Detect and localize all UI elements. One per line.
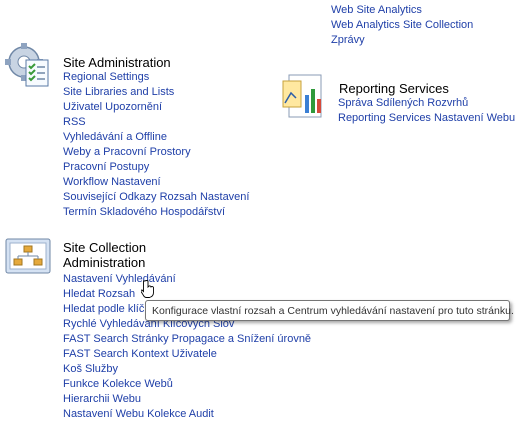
hand-cursor-icon [140, 280, 155, 301]
link-zpravy[interactable]: Zprávy [331, 34, 365, 46]
site-administration-links: Regional Settings Site Libraries and Lis… [63, 70, 249, 220]
link-rss[interactable]: RSS [63, 116, 86, 128]
report-chart-icon [281, 73, 329, 126]
link-hledat-rozsah[interactable]: Hledat Rozsah [63, 288, 135, 300]
site-collection-title-line2: Administration [63, 255, 146, 270]
site-hierarchy-icon [4, 237, 52, 280]
reporting-services-title: Reporting Services [339, 81, 449, 96]
link-pracovni-postupy[interactable]: Pracovní Postupy [63, 161, 149, 173]
link-nastaveni-vyhledavani[interactable]: Nastavení Vyhledávání [63, 273, 176, 285]
link-termin-skladoveho[interactable]: Termín Skladového Hospodářství [63, 206, 225, 218]
link-fast-search-kontext[interactable]: FAST Search Kontext Uživatele [63, 348, 217, 360]
link-uzivatel-upozorneni[interactable]: Uživatel Upozornění [63, 101, 162, 113]
link-kos-sluzby[interactable]: Koš Služby [63, 363, 118, 375]
site-collection-links: Nastavení Vyhledávání Hledat Rozsah Hled… [63, 272, 311, 422]
link-reporting-services-nastaveni[interactable]: Reporting Services Nastavení Webu [338, 112, 515, 124]
link-hledat-podle-klic[interactable]: Hledat podle klíč [63, 303, 144, 315]
top-links: Web Site Analytics Web Analytics Site Co… [331, 3, 473, 48]
link-regional-settings[interactable]: Regional Settings [63, 71, 149, 83]
link-web-analytics-site-collection[interactable]: Web Analytics Site Collection [331, 19, 473, 31]
tooltip: Konfigurace vlastní rozsah a Centrum vyh… [145, 300, 514, 321]
link-souvisejici-odkazy[interactable]: Související Odkazy Rozsah Nastavení [63, 191, 249, 203]
settings-checklist-icon [4, 40, 52, 91]
link-web-site-analytics[interactable]: Web Site Analytics [331, 4, 422, 16]
site-collection-title-line1: Site Collection [63, 240, 147, 255]
link-nastaveni-webu-audit[interactable]: Nastavení Webu Kolekce Audit [63, 408, 214, 420]
link-hierarchii-webu[interactable]: Hierarchii Webu [63, 393, 141, 405]
link-vyhledavani-offline[interactable]: Vyhledávání a Offline [63, 131, 167, 143]
link-fast-search-propagace[interactable]: FAST Search Stránky Propagace a Snížení … [63, 333, 311, 345]
link-site-libraries-lists[interactable]: Site Libraries and Lists [63, 86, 174, 98]
link-weby-pracovni-prostory[interactable]: Weby a Pracovní Prostory [63, 146, 191, 158]
link-sprava-sdilenych-rozvrhu[interactable]: Správa Sdílených Rozvrhů [338, 97, 468, 109]
link-funkce-kolekce-webu[interactable]: Funkce Kolekce Webů [63, 378, 173, 390]
link-workflow-nastaveni[interactable]: Workflow Nastavení [63, 176, 161, 188]
reporting-services-links: Správa Sdílených Rozvrhů Reporting Servi… [338, 96, 515, 126]
site-administration-title: Site Administration [63, 55, 171, 70]
